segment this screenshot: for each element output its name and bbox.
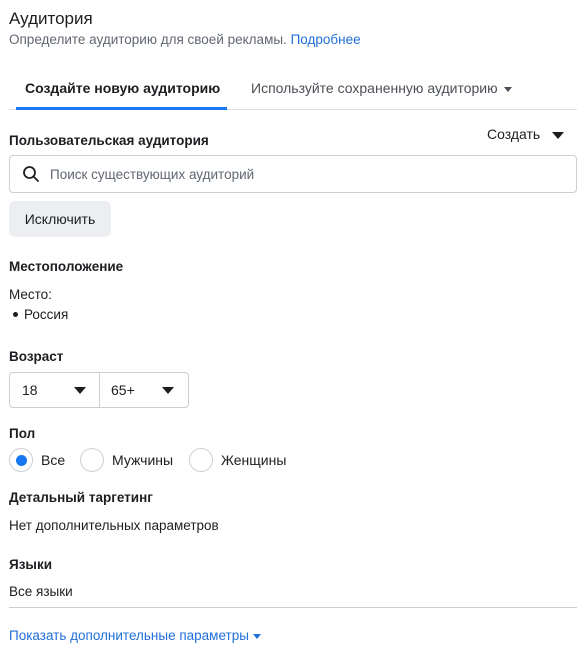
age-label: Возраст [9,349,64,364]
age-range-selector: 18 65+ [9,372,189,408]
tab-new-audience[interactable]: Создайте новую аудиторию [16,70,227,110]
place-label: Место: [9,287,52,302]
detailed-targeting-value: Нет дополнительных параметров [9,518,219,533]
languages-value: Все языки [9,584,73,599]
bullet-icon [13,311,18,317]
exclude-button[interactable]: Исключить [9,201,111,237]
radio-unchecked-icon [189,448,213,472]
location-label: Местоположение [9,259,124,274]
create-audience-button[interactable]: Создать [487,126,565,142]
gender-radio-group: Все Мужчины Женщины [9,447,309,473]
learn-more-link[interactable]: Подробнее [291,32,361,47]
tab-new-audience-label: Создайте новую аудиторию [25,80,221,96]
subtitle-text: Определите аудиторию для своей рекламы. [9,32,287,47]
custom-audience-label: Пользовательская аудитория [9,133,209,148]
gender-male-label: Мужчины [112,452,174,468]
create-audience-label: Создать [487,126,541,142]
show-more-options-label: Показать дополнительные параметры [9,628,249,643]
audience-search[interactable] [9,155,577,193]
caret-down-icon [74,387,86,394]
radio-checked-icon [9,448,33,472]
show-more-options-link[interactable]: Показать дополнительные параметры [9,628,261,643]
place-item-label: Россия [24,307,69,322]
gender-male-radio[interactable]: Мужчины [80,447,173,473]
caret-down-icon [503,86,512,92]
languages-label: Языки [9,557,52,572]
gender-all-radio[interactable]: Все [9,447,65,473]
radio-unchecked-icon [80,448,104,472]
gender-female-label: Женщины [221,452,287,468]
place-item: Россия [9,307,68,322]
caret-down-icon [552,131,565,139]
gender-female-radio[interactable]: Женщины [189,447,286,473]
age-min-value: 18 [22,382,38,398]
search-icon [23,166,39,182]
age-max-select[interactable]: 65+ [100,373,188,407]
age-min-select[interactable]: 18 [10,373,100,407]
page-subtitle: Определите аудиторию для своей рекламы. … [9,32,361,47]
caret-down-icon [252,633,261,639]
divider [9,607,577,608]
audience-search-input[interactable] [50,163,560,185]
caret-down-icon [162,387,174,394]
gender-label: Пол [9,426,36,441]
gender-all-label: Все [41,452,66,468]
tab-saved-audience[interactable]: Используйте сохраненную аудиторию [251,70,512,110]
detailed-targeting-label: Детальный таргетинг [9,490,153,505]
tab-saved-audience-label: Используйте сохраненную аудиторию [251,80,498,96]
audience-tabs: Создайте новую аудиторию Используйте сох… [9,70,577,110]
age-max-value: 65+ [111,382,135,398]
page-title: Аудитория [9,9,93,28]
